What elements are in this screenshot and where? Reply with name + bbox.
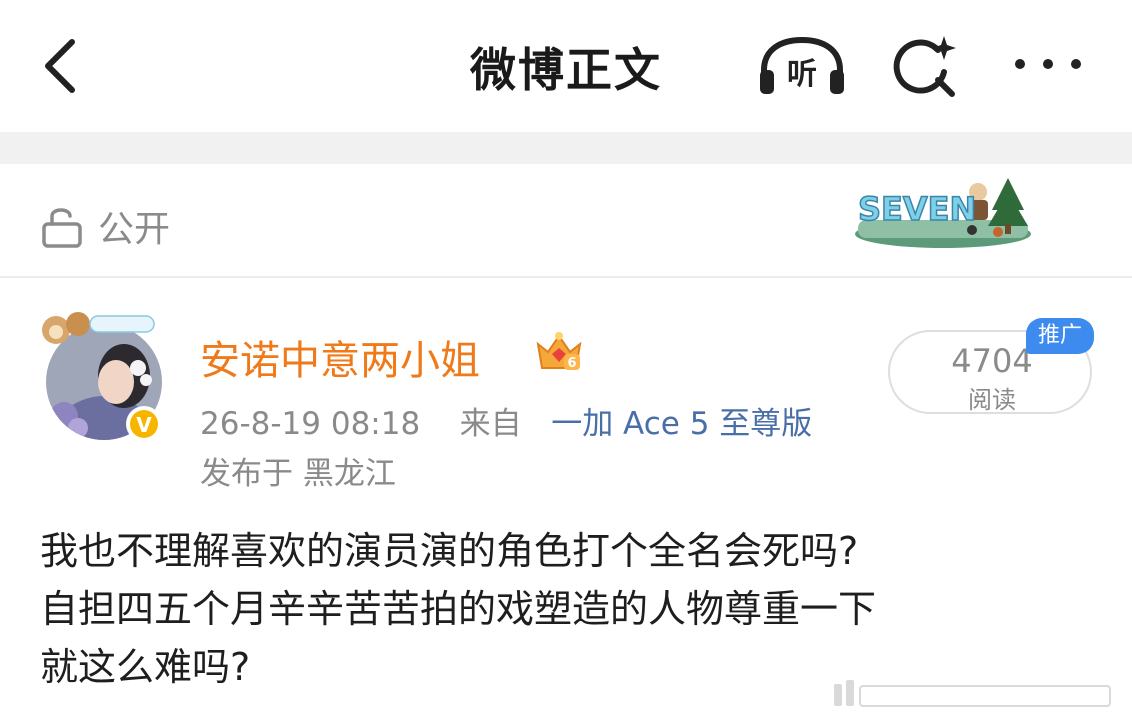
promo-badge: 推广: [1026, 318, 1094, 354]
search-sparkle-icon: [893, 36, 956, 97]
post-body: 我也不理解喜欢的演员演的角色打个全名会死吗? 自担四五个月辛辛苦苦拍的戏塑造的人…: [40, 522, 1100, 696]
listen-button[interactable]: 听: [756, 36, 848, 98]
visibility-row: 公开 SEVEN: [0, 164, 1132, 278]
search-button[interactable]: [888, 32, 964, 100]
listen-headphones-icon: 听: [760, 36, 844, 94]
visibility-label: 公开: [98, 209, 171, 250]
read-label: 阅读: [968, 386, 1016, 414]
watermark-decoration: [834, 680, 1111, 707]
crown-member-icon: 6: [536, 332, 582, 371]
post-timestamp: 26-8-19 08:18: [200, 406, 421, 442]
more-button[interactable]: [1008, 44, 1088, 84]
post-text-line: 我也不理解喜欢的演员演的角色打个全名会死吗?: [40, 529, 859, 573]
listen-label: 听: [787, 57, 817, 92]
username[interactable]: 安诺中意两小姐: [200, 328, 480, 386]
post-text-line: 自担四五个月辛辛苦苦拍的戏塑造的人物尊重一下: [40, 587, 877, 631]
post-meta: 26-8-19 08:18 来自 一加 Ace 5 至尊版: [200, 398, 812, 443]
lock-open-icon: [42, 208, 82, 248]
seven-sticker-decoration: SEVEN: [855, 178, 1031, 248]
source-prefix: 来自: [459, 406, 522, 442]
top-nav-bar: 微博正文 听: [0, 0, 1132, 132]
svg-text:V: V: [136, 413, 152, 437]
member-level: 6: [567, 356, 576, 371]
post-location: 发布于 黑龙江: [200, 456, 396, 492]
more-dots-icon: [1015, 59, 1081, 69]
section-divider: [0, 132, 1132, 164]
device-link[interactable]: 一加 Ace 5 至尊版: [551, 406, 812, 442]
avatar[interactable]: V: [34, 306, 174, 446]
sticker-text: SEVEN: [858, 190, 976, 228]
